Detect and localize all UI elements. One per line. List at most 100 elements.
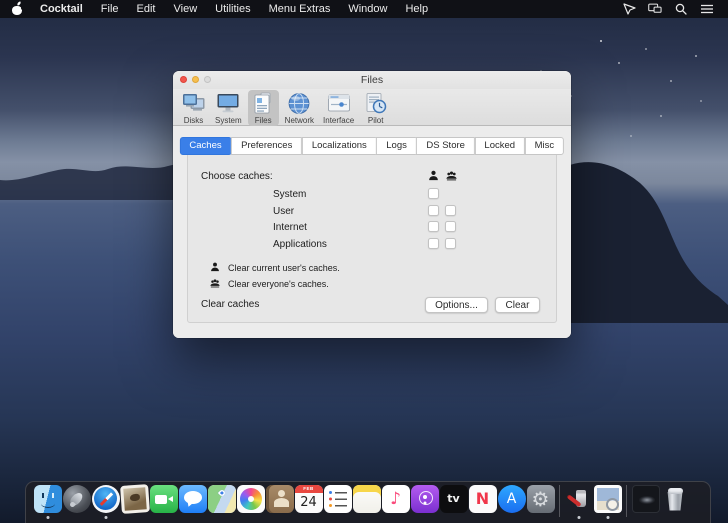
apple-logo-leaf — [17, 1, 22, 5]
dock-item-podcasts[interactable] — [410, 485, 439, 518]
preview-icon — [594, 485, 622, 513]
tab-preferences[interactable]: Preferences — [231, 137, 302, 155]
clear-button[interactable]: Clear — [495, 297, 540, 313]
dock-item-launchpad[interactable] — [62, 485, 91, 518]
legend-everyone: Clear everyone's caches. — [228, 279, 329, 289]
window-toolbar: Disks System Files Network — [173, 89, 571, 126]
menu-item-edit[interactable]: Edit — [128, 0, 165, 18]
tab-caches[interactable]: Caches — [179, 137, 231, 155]
finder-icon — [34, 485, 62, 513]
current-user-icon — [210, 262, 220, 272]
network-icon — [287, 91, 312, 115]
running-indicator — [577, 516, 580, 519]
dock-item-system-preferences[interactable]: ⚙ — [526, 485, 555, 518]
dock-item-reminders[interactable] — [323, 485, 352, 518]
music-icon: ♪ — [382, 485, 410, 513]
launchpad-icon — [63, 485, 91, 513]
dock-item-cocktail[interactable] — [564, 485, 593, 518]
toolbar-item-system[interactable]: System — [212, 90, 245, 126]
apple-tv-icon: tv — [440, 485, 468, 513]
news-icon: N — [469, 485, 497, 513]
safari-icon — [92, 485, 120, 513]
toolbar-item-pilot[interactable]: Pilot — [360, 90, 391, 126]
menu-list-icon[interactable] — [700, 2, 714, 16]
window-title: Files — [173, 71, 571, 89]
menu-item-utilities[interactable]: Utilities — [206, 0, 259, 18]
options-button[interactable]: Options... — [425, 297, 488, 313]
checkbox-system-user[interactable] — [428, 188, 439, 199]
files-icon — [251, 91, 276, 115]
cache-row-user-label: User — [273, 206, 294, 217]
gear-icon: ⚙ — [527, 485, 555, 513]
screen-share-icon[interactable] — [622, 2, 636, 16]
menu-item-window[interactable]: Window — [339, 0, 396, 18]
checkbox-applications-user[interactable] — [428, 238, 439, 249]
apple-logo-bite — [21, 6, 25, 10]
calendar-icon: FEB 24 — [295, 485, 323, 513]
dock-item-facetime[interactable] — [149, 485, 178, 518]
podcasts-icon — [411, 485, 439, 513]
dock-item-calendar[interactable]: FEB 24 — [294, 485, 323, 518]
toolbar-item-network[interactable]: Network — [282, 90, 317, 126]
checkbox-user-everyone[interactable] — [445, 205, 456, 216]
window-titlebar[interactable]: Files — [173, 71, 571, 89]
dock-item-notes[interactable] — [352, 485, 381, 518]
menu-item-cocktail[interactable]: Cocktail — [31, 0, 92, 18]
clear-caches-label: Clear caches — [201, 299, 259, 310]
dock-item-contacts[interactable] — [265, 485, 294, 518]
checkbox-internet-everyone[interactable] — [445, 221, 456, 232]
tab-ds-store[interactable]: DS Store — [416, 137, 475, 155]
dock-item-photos[interactable] — [236, 485, 265, 518]
dock-item-preview[interactable] — [593, 485, 622, 518]
spotlight-search-icon[interactable] — [674, 2, 688, 16]
cache-row-applications-label: Applications — [273, 239, 327, 250]
cache-row-internet-label: Internet — [273, 222, 307, 233]
apple-menu-icon[interactable] — [12, 3, 23, 15]
cache-row-system-label: System — [273, 189, 306, 200]
contacts-icon — [266, 485, 294, 513]
toolbar-label: Network — [285, 116, 314, 125]
dock-item-music[interactable]: ♪ — [381, 485, 410, 518]
tab-locked[interactable]: Locked — [474, 137, 525, 155]
toolbar-item-interface[interactable]: Interface — [320, 90, 357, 126]
toolbar-item-files-selected[interactable]: Files — [248, 90, 279, 126]
checkbox-applications-everyone[interactable] — [445, 238, 456, 249]
maps-icon — [208, 485, 236, 513]
dock-item-minimized-window[interactable] — [631, 485, 660, 518]
notes-icon — [353, 485, 381, 513]
cliff-silhouette — [570, 153, 728, 323]
tab-localizations[interactable]: Localizations — [302, 137, 377, 155]
dock-separator — [559, 485, 560, 517]
facetime-icon — [150, 485, 178, 513]
menu-item-menu-extras[interactable]: Menu Extras — [260, 0, 340, 18]
toolbar-label: Interface — [323, 116, 354, 125]
current-user-icon — [428, 170, 439, 181]
menu-item-file[interactable]: File — [92, 0, 128, 18]
dock-separator — [626, 485, 627, 517]
app-store-icon: A — [498, 485, 526, 513]
everyone-icon — [210, 278, 220, 288]
running-indicator — [606, 516, 609, 519]
dock-item-app-store[interactable]: A — [497, 485, 526, 518]
checkbox-user-user[interactable] — [428, 205, 439, 216]
checkbox-internet-user[interactable] — [428, 221, 439, 232]
toolbar-label: System — [215, 116, 242, 125]
menu-item-help[interactable]: Help — [396, 0, 437, 18]
dock-item-tv[interactable]: tv — [439, 485, 468, 518]
tv-glyph: tv — [440, 485, 468, 513]
menu-item-view[interactable]: View — [165, 0, 207, 18]
displays-icon[interactable] — [648, 2, 662, 16]
dock-item-mail[interactable] — [120, 485, 149, 518]
news-glyph: N — [469, 485, 497, 513]
tab-misc[interactable]: Misc — [525, 137, 565, 155]
tab-logs[interactable]: Logs — [376, 137, 417, 155]
dock-item-messages[interactable] — [178, 485, 207, 518]
dock-item-safari[interactable] — [91, 485, 120, 518]
dock-item-news[interactable]: N — [468, 485, 497, 518]
dock-item-trash[interactable] — [660, 485, 689, 518]
toolbar-label: Disks — [184, 116, 204, 125]
toolbar-item-disks[interactable]: Disks — [178, 90, 209, 126]
dock-item-maps[interactable] — [207, 485, 236, 518]
dock-item-finder[interactable] — [33, 485, 62, 518]
trash-icon — [661, 485, 689, 513]
